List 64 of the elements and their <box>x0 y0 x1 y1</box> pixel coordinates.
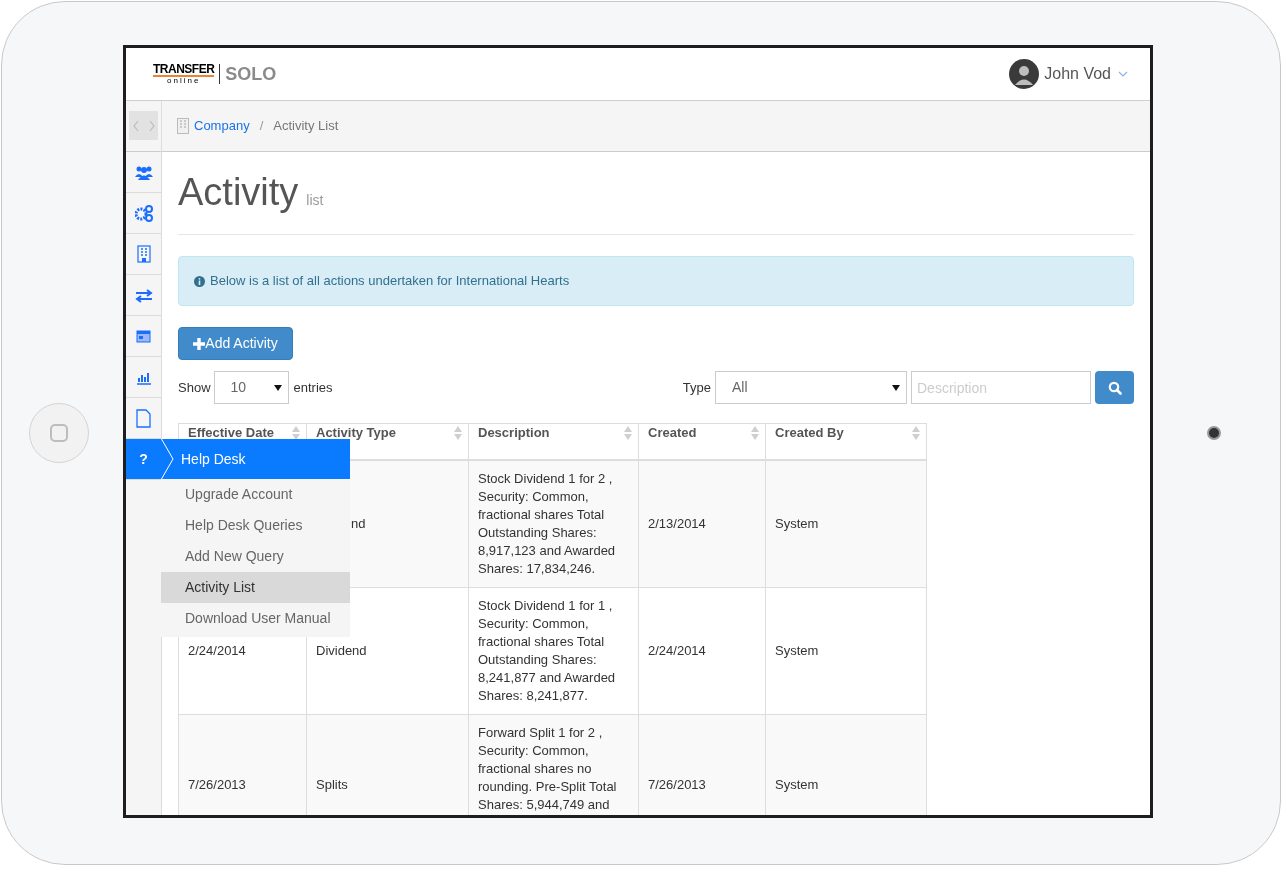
menu-item[interactable]: Add New Query <box>161 541 350 572</box>
table-cell: 2/13/2014 <box>648 515 706 531</box>
sort-icon <box>454 426 462 440</box>
column-header[interactable]: Created By <box>765 423 927 460</box>
table-cell: Dividend <box>316 642 367 658</box>
logo-product: SOLO <box>225 64 277 84</box>
avatar <box>1009 59 1040 89</box>
alert-text: Below is a list of all actions undertaken for International Hearts <box>210 272 570 291</box>
table-cell-text: Forward Split 1 for 2 , Security: Common, fractional shares no rounding. Pre-Split Total Shares: 5,944,749 and <box>478 723 618 814</box>
show-label: Show <box>178 378 211 397</box>
plus-icon <box>193 337 206 350</box>
menu-item[interactable]: Activity List <box>161 572 350 603</box>
breadcrumb-link[interactable]: Company <box>194 116 250 136</box>
type-select[interactable]: All <box>715 371 907 404</box>
page-title: Activity <box>178 172 299 212</box>
table-cell: 7/26/2013 <box>648 777 706 792</box>
table-cell: 2/24/2014 <box>648 642 706 658</box>
sort-icon <box>912 426 920 440</box>
table-cell: Splits <box>316 777 348 792</box>
user-name: John Vod <box>1044 64 1111 84</box>
file-icon <box>136 408 151 428</box>
gears-icon <box>134 204 153 222</box>
info-icon <box>194 275 205 287</box>
type-label: Type <box>682 378 711 397</box>
table-cell: System <box>775 642 819 658</box>
building-icon <box>177 118 189 134</box>
building-icon <box>136 245 151 263</box>
logo-subtext: online <box>167 77 201 85</box>
table-cell: nd <box>351 515 366 531</box>
table-cell: 7/26/2013 <box>188 777 246 792</box>
table-cell-text: Stock Dividend 1 for 2 , Security: Common, fractional shares Total Outstanding Shares: 8,917,123 and Awarded Shares: 17,834,246. <box>478 469 617 578</box>
search-button[interactable] <box>1095 371 1134 404</box>
users-icon <box>133 164 154 180</box>
logo-text: TRANSFER <box>153 63 215 77</box>
table-cell: System <box>775 777 819 792</box>
caret-icon <box>1118 70 1128 78</box>
table-cell-text: Stock Dividend 1 for 1 , Security: Common, fractional shares Total Outstanding Shares: 8,241,877 and Awarded Shares: 8,241,877. <box>478 596 617 705</box>
menu-item[interactable]: Download User Manual <box>161 603 350 634</box>
table-cell: 2/24/2014 <box>188 642 246 658</box>
entries-label: entries <box>293 378 333 397</box>
breadcrumb-current: Activity List <box>273 117 339 136</box>
arrows-icon <box>134 287 153 303</box>
camera-icon <box>1207 426 1221 440</box>
add-activity-button[interactable]: Add Activity <box>178 327 293 360</box>
page-subtitle: list <box>306 191 324 210</box>
menu-title: Help Desk <box>181 449 246 469</box>
column-header[interactable]: Created <box>638 423 766 460</box>
sort-icon <box>624 426 632 440</box>
menu-item[interactable]: Help Desk Queries <box>161 510 350 541</box>
user-menu[interactable]: John Vod <box>1009 59 1128 89</box>
column-header[interactable]: Description <box>468 423 639 460</box>
chevrons-icon <box>132 119 155 132</box>
sort-icon <box>751 426 759 440</box>
window-icon <box>136 329 151 343</box>
breadcrumb-separator: / <box>259 117 264 136</box>
dropdown-icon <box>892 384 900 391</box>
sort-icon <box>292 426 300 440</box>
menu-item[interactable]: Upgrade Account <box>161 479 350 510</box>
sidebar-item[interactable]: ? <box>126 439 161 480</box>
sidebar-toggle[interactable] <box>129 111 158 140</box>
search-icon <box>1107 380 1122 395</box>
entries-select[interactable]: 10 <box>213 371 289 404</box>
table-cell: System <box>775 515 819 531</box>
dropdown-icon <box>273 384 282 391</box>
